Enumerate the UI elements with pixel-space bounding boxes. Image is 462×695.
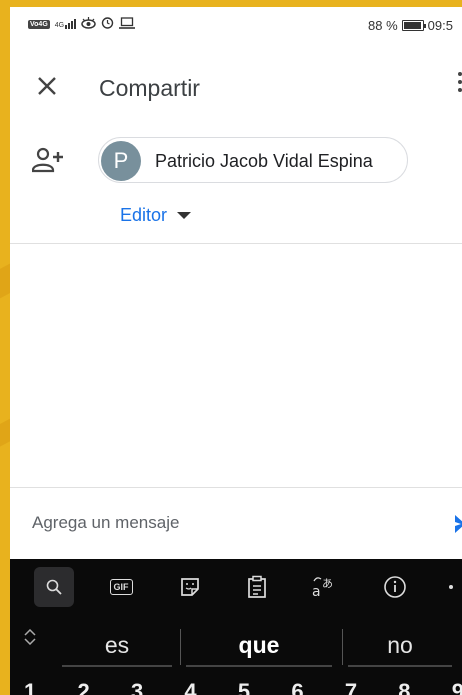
svg-text:あ: あ xyxy=(322,577,333,590)
avatar: P xyxy=(101,141,141,181)
volte-badge: Vo4G xyxy=(28,19,50,29)
laptop-icon xyxy=(119,16,136,32)
key-1[interactable]: 1 xyxy=(24,679,36,695)
number-row: 1 2 3 4 5 6 7 8 9 xyxy=(24,679,462,695)
status-icons-right: 88 % 09:5 xyxy=(368,18,453,33)
battery-icon xyxy=(401,20,426,31)
close-icon[interactable] xyxy=(30,69,64,103)
phone-screen: Vo4G 4G 88 % 09:5 Compartir P Patricio J… xyxy=(10,7,462,695)
network-type-label: 4G xyxy=(54,22,65,29)
key-3[interactable]: 3 xyxy=(131,679,143,695)
page-title: Compartir xyxy=(99,75,200,101)
suggestion-1[interactable]: es xyxy=(62,623,172,667)
eye-icon xyxy=(81,16,96,32)
more-vert-icon[interactable] xyxy=(454,69,462,99)
keyboard: GIF aあ es que no 1 2 3 4 5 6 7 8 9 xyxy=(10,559,462,695)
keyboard-toolbar: GIF aあ xyxy=(10,559,462,615)
status-bar: Vo4G 4G 88 % 09:5 xyxy=(10,7,462,41)
battery-percent: 88 % xyxy=(368,18,398,33)
suggestion-divider xyxy=(342,629,343,665)
divider xyxy=(10,487,462,488)
suggestion-2[interactable]: que xyxy=(186,623,332,667)
clock: 09:5 xyxy=(427,18,453,33)
svg-text:a: a xyxy=(312,584,321,599)
recipient-chip[interactable]: P Patricio Jacob Vidal Espina xyxy=(98,137,408,183)
suggestion-divider xyxy=(180,629,181,665)
alarm-icon xyxy=(101,16,114,32)
role-label: Editor xyxy=(120,205,168,225)
key-2[interactable]: 2 xyxy=(77,679,89,695)
suggestion-3[interactable]: no xyxy=(348,623,452,667)
app-bar: Compartir xyxy=(10,55,462,115)
key-7[interactable]: 7 xyxy=(345,679,357,695)
more-icon[interactable] xyxy=(440,567,462,607)
translate-icon[interactable]: aあ xyxy=(305,567,345,607)
role-dropdown[interactable]: Editor xyxy=(120,205,192,226)
info-icon[interactable] xyxy=(375,567,415,607)
signal-icon: 4G xyxy=(54,19,77,29)
key-9[interactable]: 9 xyxy=(452,679,462,695)
collapse-icon[interactable] xyxy=(24,628,36,646)
status-icons-left: Vo4G 4G xyxy=(28,16,136,32)
search-icon[interactable] xyxy=(34,567,74,607)
person-add-icon[interactable] xyxy=(31,146,66,174)
chevron-down-icon xyxy=(177,212,192,219)
key-6[interactable]: 6 xyxy=(291,679,303,695)
gif-icon[interactable]: GIF xyxy=(101,567,141,607)
send-icon[interactable] xyxy=(453,513,462,535)
message-input[interactable]: Agrega un mensaje xyxy=(32,513,179,533)
key-4[interactable]: 4 xyxy=(184,679,196,695)
clipboard-icon[interactable] xyxy=(237,567,277,607)
recipient-name: Patricio Jacob Vidal Espina xyxy=(155,151,373,171)
key-5[interactable]: 5 xyxy=(238,679,250,695)
key-8[interactable]: 8 xyxy=(398,679,410,695)
divider xyxy=(10,243,462,244)
gif-label: GIF xyxy=(109,579,133,595)
suggestion-bar: es que no xyxy=(10,621,462,671)
sticker-icon[interactable] xyxy=(170,567,210,607)
